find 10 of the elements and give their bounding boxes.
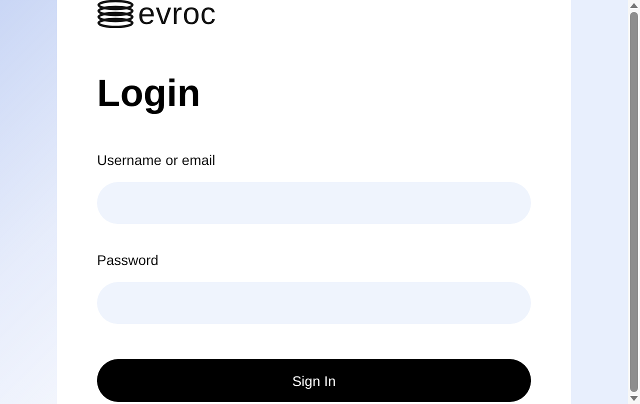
- scroll-thumb[interactable]: [630, 12, 638, 392]
- sign-in-button[interactable]: Sign In: [97, 359, 531, 402]
- scroll-down-icon[interactable]: [630, 396, 638, 402]
- scroll-up-icon[interactable]: [630, 2, 638, 8]
- page-title: Login: [97, 74, 202, 114]
- field-label: Password: [97, 252, 160, 268]
- scrollbar[interactable]: [628, 0, 640, 404]
- logo-text: evroc: [138, 0, 216, 28]
- field-label: Username or email: [97, 152, 216, 168]
- logo-icon: [97, 0, 134, 28]
